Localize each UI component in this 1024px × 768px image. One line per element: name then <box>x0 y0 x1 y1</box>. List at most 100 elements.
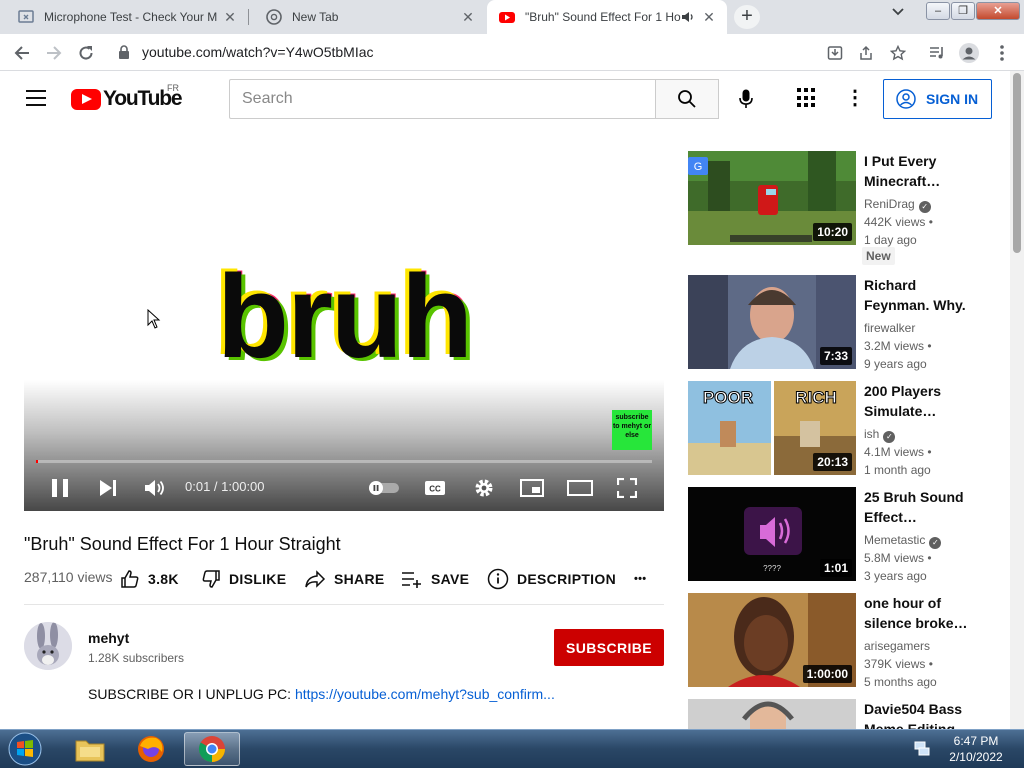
recommendation-item[interactable]: 7:33 Richard Feynman. Why. firewalker 3.… <box>688 275 988 371</box>
tab-microphone-test[interactable]: Microphone Test - Check Your M ✕ <box>0 0 248 34</box>
theater-mode-button[interactable] <box>566 475 594 501</box>
recommendation-title[interactable]: 200 Players Simulate… <box>864 381 974 421</box>
window-minimize-button[interactable]: – <box>926 2 950 20</box>
window-restore-button[interactable]: ❐ <box>951 2 975 20</box>
channel-name: Memetastic <box>864 533 926 547</box>
youtube-apps-grid-icon[interactable] <box>797 88 817 108</box>
search-input[interactable]: Search <box>229 79 656 119</box>
like-button[interactable]: 3.8K <box>120 567 179 591</box>
subscriber-count: 1.28K subscribers <box>88 651 185 665</box>
recommendation-item[interactable]: Davie504 Bass Meme Editing… <box>688 699 988 729</box>
fullscreen-button[interactable] <box>616 475 638 501</box>
reload-icon[interactable] <box>74 41 98 65</box>
back-arrow-icon[interactable] <box>10 41 34 65</box>
recommendation-title[interactable]: I Put Every Minecraft… <box>864 151 974 191</box>
autoplay-toggle[interactable] <box>368 475 400 501</box>
new-badge: New <box>862 247 895 265</box>
tab-title: Microphone Test - Check Your M <box>44 10 218 24</box>
recommendation-item[interactable]: G 10:20 I Put Every Minecraft… ReniDrag ✓… <box>688 151 988 265</box>
pause-button[interactable] <box>50 475 70 501</box>
hamburger-menu-icon[interactable] <box>26 90 46 106</box>
description-label: DESCRIPTION <box>517 571 616 587</box>
profile-avatar-icon[interactable] <box>957 41 981 65</box>
description-link[interactable]: https://youtube.com/mehyt?sub_confirm... <box>295 686 555 702</box>
video-duration: 1:01 <box>819 559 852 577</box>
close-tab-icon[interactable]: ✕ <box>701 9 717 26</box>
more-actions-button[interactable]: ••• <box>634 567 646 591</box>
tab-search-chevron-icon[interactable] <box>886 7 910 27</box>
scrollbar-thumb[interactable] <box>1013 73 1021 253</box>
install-app-icon[interactable] <box>823 41 847 65</box>
channel-name[interactable]: mehyt <box>88 630 129 646</box>
search-button[interactable] <box>655 79 719 119</box>
view-count: 287,110 views <box>24 569 113 585</box>
bookmark-star-icon[interactable] <box>886 41 910 65</box>
recommendation-item[interactable]: ???? 1:01 25 Bruh Sound Effect… Memetast… <box>688 487 988 583</box>
video-thumbnail[interactable]: POOR RICH 20:13 <box>688 381 856 475</box>
video-thumbnail[interactable]: G 10:20 <box>688 151 856 245</box>
recommendation-item[interactable]: POOR RICH 20:13 200 Players Simulate… is… <box>688 381 988 477</box>
settings-more-icon[interactable]: ⋮ <box>845 87 865 111</box>
recommendation-title[interactable]: 25 Bruh Sound Effect… <box>864 487 974 527</box>
svg-text:CC: CC <box>429 485 441 494</box>
taskbar-chrome[interactable] <box>184 732 240 766</box>
share-page-icon[interactable] <box>854 41 878 65</box>
page-scrollbar[interactable] <box>1010 71 1024 729</box>
recommendation-channel[interactable]: arisegamers <box>864 637 984 655</box>
description-button[interactable]: DESCRIPTION <box>487 567 616 591</box>
new-tab-button[interactable]: + <box>734 5 760 29</box>
recommendation-channel[interactable]: Memetastic ✓ <box>864 531 984 549</box>
youtube-logo[interactable]: YouTube FR <box>71 83 183 111</box>
url-text[interactable]: youtube.com/watch?v=Y4wO5tbMIac <box>142 44 374 60</box>
window-close-button[interactable]: ✕ <box>976 2 1020 20</box>
recommendation-title[interactable]: one hour of silence broke… <box>864 593 974 633</box>
share-button[interactable]: SHARE <box>304 567 385 591</box>
video-thumbnail[interactable] <box>688 699 856 729</box>
recommendation-title[interactable]: Davie504 Bass Meme Editing… <box>864 699 974 729</box>
settings-button[interactable] <box>472 475 496 501</box>
network-tray-icon[interactable] <box>914 740 930 756</box>
recommendation-title[interactable]: Richard Feynman. Why. <box>864 275 974 315</box>
close-tab-icon[interactable]: ✕ <box>460 9 476 26</box>
start-button[interactable] <box>4 731 46 767</box>
recommendation-channel[interactable]: ish ✓ <box>864 425 984 443</box>
thumbs-up-icon <box>121 570 139 588</box>
like-count: 3.8K <box>148 571 179 587</box>
tab-youtube-bruh[interactable]: "Bruh" Sound Effect For 1 Ho ✕ <box>487 0 727 34</box>
channel-avatar[interactable] <box>24 622 72 670</box>
skip-next-icon <box>100 480 116 496</box>
recommendation-item[interactable]: 1:00:00 one hour of silence broke… arise… <box>688 593 988 689</box>
volume-button[interactable] <box>144 475 166 501</box>
volume-icon <box>145 480 164 496</box>
subscribe-button[interactable]: SUBSCRIBE <box>554 629 664 666</box>
tab-new-tab[interactable]: New Tab ✕ <box>248 0 486 34</box>
voice-search-mic-icon[interactable] <box>730 83 762 115</box>
video-thumbnail[interactable]: 7:33 <box>688 275 856 369</box>
tab-audio-playing-icon[interactable] <box>681 11 695 23</box>
subscribe-sticker: subscribe to mehyt or else <box>612 410 652 450</box>
close-tab-icon[interactable]: ✕ <box>222 9 238 26</box>
save-button[interactable]: SAVE <box>401 567 469 591</box>
dislike-button[interactable]: DISLIKE <box>201 567 286 591</box>
browser-menu-icon[interactable] <box>990 41 1014 65</box>
lock-icon[interactable] <box>118 45 130 59</box>
country-code: FR <box>167 83 179 93</box>
recommendation-channel[interactable]: ReniDrag ✓ <box>864 195 984 213</box>
progress-bar[interactable] <box>36 460 652 463</box>
miniplayer-button[interactable] <box>519 475 545 501</box>
taskbar-explorer[interactable] <box>62 732 118 766</box>
video-thumbnail[interactable]: ???? 1:01 <box>688 487 856 581</box>
subtitles-button[interactable]: CC <box>423 475 447 501</box>
sign-in-button[interactable]: SIGN IN <box>883 79 992 119</box>
clock-time: 6:47 PM <box>953 734 999 748</box>
search-icon <box>678 90 696 108</box>
forward-arrow-icon[interactable] <box>42 41 66 65</box>
taskbar-firefox[interactable] <box>123 732 179 766</box>
recommendation-channel[interactable]: firewalker <box>864 319 984 337</box>
video-duration: 1:00:00 <box>802 665 852 683</box>
next-button[interactable] <box>98 475 118 501</box>
system-clock[interactable]: 6:47 PM 2/10/2022 <box>944 733 1008 765</box>
media-controls-icon[interactable] <box>925 41 949 65</box>
video-thumbnail[interactable]: 1:00:00 <box>688 593 856 687</box>
video-player[interactable]: bruh subscribe to mehyt or else 0:01 / 1… <box>24 150 664 511</box>
